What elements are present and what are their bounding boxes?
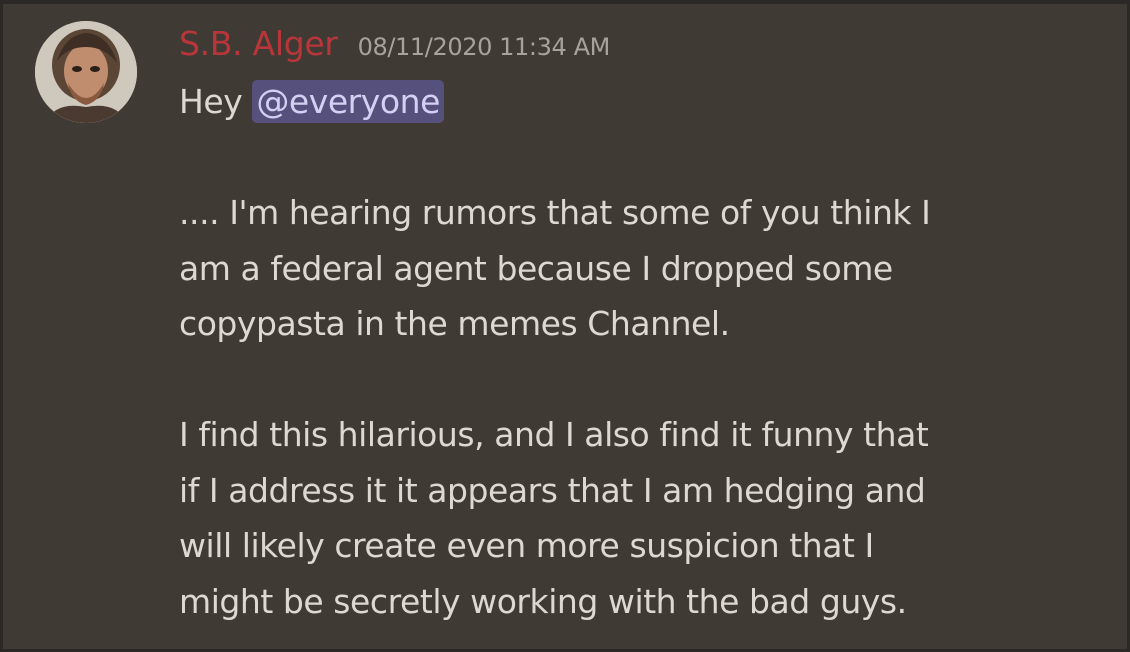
mention-everyone[interactable]: @everyone [252, 80, 444, 123]
message-line: copypasta in the memes Channel. [179, 304, 730, 343]
chat-panel: S.B. Alger 08/11/2020 11:34 AM Hey @ever… [0, 0, 1130, 652]
message-content: Hey @everyone .... I'm hearing rumors th… [179, 74, 1099, 629]
message-line: .... I'm hearing rumors that some of you… [179, 193, 931, 232]
message-line: will likely create even more suspicion t… [179, 526, 874, 565]
message-line: might be secretly working with the bad g… [179, 581, 907, 621]
chat-message[interactable]: S.B. Alger 08/11/2020 11:34 AM Hey @ever… [3, 4, 1127, 649]
avatar-portrait-icon [35, 21, 137, 123]
avatar[interactable] [35, 21, 137, 123]
author-username[interactable]: S.B. Alger [179, 24, 338, 63]
greeting-text: Hey [179, 82, 243, 121]
greeting-line: Hey @everyone [179, 74, 1099, 130]
message-line: if I address it it appears that I am hed… [179, 470, 926, 510]
message-line: am a federal agent because I dropped som… [179, 248, 893, 288]
message-header: S.B. Alger 08/11/2020 11:34 AM [179, 24, 610, 68]
message-timestamp: 08/11/2020 11:34 AM [357, 33, 611, 61]
message-line: I find this hilarious, and I also find i… [179, 415, 929, 454]
